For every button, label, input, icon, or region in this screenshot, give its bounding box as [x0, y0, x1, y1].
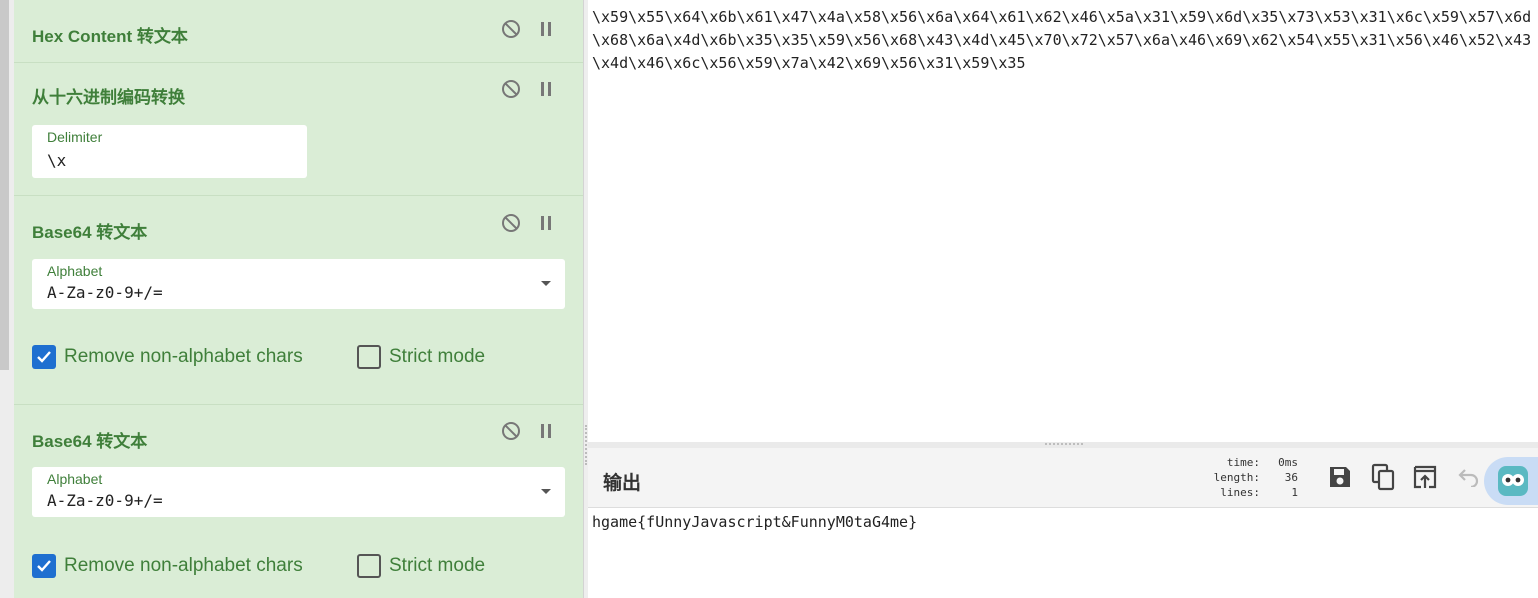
- disable-icon[interactable]: [500, 78, 522, 100]
- replace-input-icon[interactable]: [1410, 462, 1440, 492]
- alphabet-select[interactable]: Alphabet A-Za-z0-9+/=: [32, 467, 565, 517]
- splitter-grip[interactable]: [585, 425, 587, 465]
- output-panel[interactable]: hgame{fUnnyJavascript&FunnyM0taG4me}: [588, 509, 1538, 598]
- undo-icon[interactable]: [1453, 462, 1483, 492]
- disable-icon[interactable]: [500, 212, 522, 234]
- operation-base64-2: Base64 转文本 Alphabet A-Za-z0-9+/= Remove …: [14, 405, 583, 598]
- pause-icon[interactable]: [535, 212, 557, 234]
- alphabet-label: Alphabet: [47, 263, 103, 279]
- operation-base64-1: Base64 转文本 Alphabet A-Za-z0-9+/= Remove …: [14, 196, 583, 405]
- checkbox-label: Strict mode: [389, 555, 486, 576]
- remove-non-alphabet-checkbox[interactable]: Remove non-alphabet chars: [32, 554, 303, 578]
- alphabet-label: Alphabet: [47, 471, 103, 487]
- delimiter-label: Delimiter: [47, 129, 103, 145]
- operation-title: Base64 转文本: [32, 223, 148, 242]
- checkbox-unchecked-icon[interactable]: [357, 554, 381, 578]
- output-title: 输出: [603, 473, 642, 494]
- cyberchef-window: Hex Content 转文本 从十六进制编码转换 Delimiter \x B…: [0, 0, 1538, 598]
- stat-time-value: 0ms: [1278, 456, 1298, 469]
- delimiter-value[interactable]: \x: [47, 151, 66, 170]
- stat-lines-value: 1: [1291, 486, 1298, 499]
- checkbox-unchecked-icon[interactable]: [357, 345, 381, 369]
- stat-lines-label: lines:: [1220, 486, 1260, 499]
- pause-icon[interactable]: [535, 78, 557, 100]
- strict-mode-checkbox[interactable]: Strict mode: [357, 554, 485, 578]
- assistant-avatar-icon[interactable]: [1498, 466, 1528, 496]
- pause-icon[interactable]: [535, 18, 557, 40]
- input-panel[interactable]: \x59\x55\x64\x6b\x61\x47\x4a\x58\x56\x6a…: [588, 0, 1538, 442]
- operation-title: 从十六进制编码转换: [32, 88, 185, 107]
- left-scrollbar[interactable]: [0, 0, 14, 598]
- strict-mode-checkbox[interactable]: Strict mode: [357, 345, 485, 369]
- output-text[interactable]: hgame{fUnnyJavascript&FunnyM0taG4me}: [592, 513, 917, 531]
- disable-icon[interactable]: [500, 18, 522, 40]
- scrollbar-thumb[interactable]: [0, 0, 9, 370]
- recipe-panel: Hex Content 转文本 从十六进制编码转换 Delimiter \x B…: [14, 0, 584, 598]
- save-icon[interactable]: [1325, 462, 1355, 492]
- delimiter-field[interactable]: Delimiter \x: [32, 125, 307, 178]
- splitter-grip[interactable]: [1045, 443, 1083, 445]
- stat-length-value: 36: [1284, 471, 1298, 484]
- output-stats: time: 0ms length: 36 lines: 1: [1196, 455, 1298, 500]
- checkbox-label: Strict mode: [389, 346, 486, 367]
- checkbox-checked-icon[interactable]: [32, 554, 56, 578]
- alphabet-select[interactable]: Alphabet A-Za-z0-9+/=: [32, 259, 565, 309]
- alphabet-value: A-Za-z0-9+/=: [47, 283, 163, 302]
- stat-time-label: time:: [1226, 456, 1260, 469]
- checkbox-label: Remove non-alphabet chars: [64, 346, 303, 367]
- disable-icon[interactable]: [500, 420, 522, 442]
- input-text[interactable]: \x59\x55\x64\x6b\x61\x47\x4a\x58\x56\x6a…: [592, 6, 1536, 75]
- chevron-down-icon[interactable]: [541, 489, 551, 494]
- operation-title: Base64 转文本: [32, 432, 148, 451]
- stat-length-label: length:: [1213, 471, 1260, 484]
- alphabet-value: A-Za-z0-9+/=: [47, 491, 163, 510]
- operation-title: Hex Content 转文本: [32, 27, 188, 46]
- checkbox-checked-icon[interactable]: [32, 345, 56, 369]
- copy-icon[interactable]: [1368, 462, 1398, 492]
- pause-icon[interactable]: [535, 420, 557, 442]
- checkbox-label: Remove non-alphabet chars: [64, 555, 303, 576]
- assistant-bubble[interactable]: [1484, 457, 1538, 505]
- operation-hex-content: Hex Content 转文本: [14, 0, 583, 63]
- remove-non-alphabet-checkbox[interactable]: Remove non-alphabet chars: [32, 345, 303, 369]
- operation-from-hex: 从十六进制编码转换 Delimiter \x: [14, 63, 583, 196]
- output-header: 输出 time: 0ms length: 36 lines: 1: [588, 448, 1538, 508]
- chevron-down-icon[interactable]: [541, 281, 551, 286]
